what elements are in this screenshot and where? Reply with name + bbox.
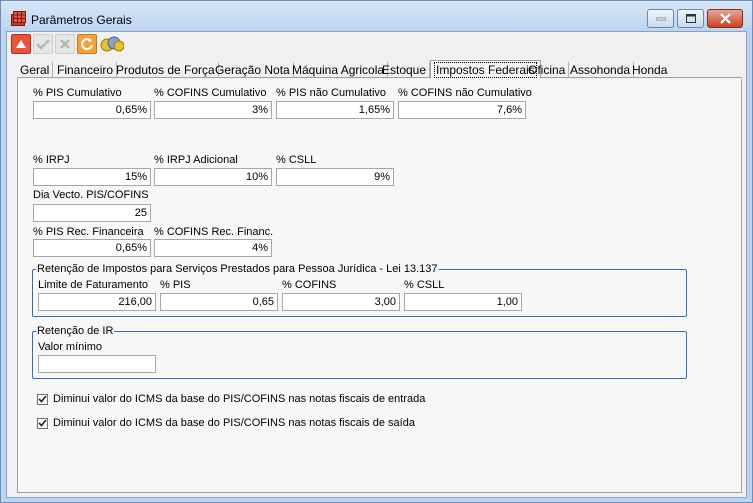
coins-button[interactable]: [99, 34, 125, 54]
cofins-cumulativo-input[interactable]: 3%: [154, 101, 272, 119]
minimize-button[interactable]: [647, 9, 674, 28]
tab-maquina-agricola[interactable]: Máquina Agricola: [289, 62, 389, 78]
cofins-nao-cumulativo-label: % COFINS não Cumulativo: [398, 87, 532, 99]
tab-strip: Geral Financeiro Produtos de Força Geraç…: [17, 60, 742, 79]
tab-oficina[interactable]: Oficina: [525, 62, 570, 78]
checkmark-icon: [38, 395, 47, 403]
client-area: Geral Financeiro Produtos de Força Geraç…: [6, 31, 747, 498]
pis-nao-cumulativo-label: % PIS não Cumulativo: [276, 87, 387, 99]
pis-rec-fin-label: % PIS Rec. Financeira: [33, 226, 144, 238]
limite-faturamento-label: Limite de Faturamento: [38, 279, 149, 291]
cofins-rec-fin-label: % COFINS Rec. Financ.: [154, 226, 274, 238]
toolbar: [11, 34, 125, 56]
cancel-x-icon: [60, 39, 70, 49]
cofins-cumulativo-label: % COFINS Cumulativo: [154, 87, 267, 99]
check-icon: [36, 39, 50, 50]
retencao-ir-title: Retenção de IR: [36, 325, 115, 337]
tab-panel-impostos-federais: % PIS Cumulativo 0,65% % COFINS Cumulati…: [17, 79, 742, 493]
pis-rec-fin-input[interactable]: 0,65%: [33, 239, 151, 257]
tab-produtos-de-forca[interactable]: Produtos de Força: [113, 62, 219, 78]
irpj-input[interactable]: 15%: [33, 168, 151, 186]
irpj-adicional-input[interactable]: 10%: [154, 168, 272, 186]
ret-csll-input[interactable]: 1,00: [404, 293, 522, 311]
retencao-servicos-group: Retenção de Impostos para Serviços Prest…: [32, 263, 687, 317]
tab-geral[interactable]: Geral: [17, 62, 54, 78]
retencao-ir-group: Retenção de IR Valor mínimo: [32, 325, 687, 379]
csll-label: % CSLL: [276, 154, 317, 166]
icms-saida-checkbox[interactable]: [37, 417, 48, 429]
collapse-button[interactable]: [11, 34, 31, 54]
cancel-button[interactable]: [55, 34, 75, 54]
irpj-adicional-label: % IRPJ Adicional: [154, 154, 238, 166]
retencao-servicos-title: Retenção de Impostos para Serviços Prest…: [36, 263, 439, 275]
pis-cumulativo-label: % PIS Cumulativo: [33, 87, 122, 99]
csll-input[interactable]: 9%: [276, 168, 394, 186]
icms-entrada-checkbox[interactable]: [37, 393, 48, 405]
dia-vecto-label: Dia Vecto. PIS/COFINS: [33, 189, 149, 201]
refresh-button[interactable]: [77, 34, 97, 54]
valor-minimo-label: Valor mínimo: [38, 341, 102, 353]
tab-geracao-nota[interactable]: Geração Nota: [212, 62, 294, 78]
tab-financeiro[interactable]: Financeiro: [54, 62, 118, 78]
cofins-nao-cumulativo-input[interactable]: 7,6%: [398, 101, 526, 119]
icms-entrada-label: Diminui valor do ICMS da base do PIS/COF…: [53, 393, 426, 405]
tab-honda[interactable]: Honda: [629, 62, 670, 78]
coins-icon: [100, 36, 124, 52]
confirm-button[interactable]: [33, 34, 53, 54]
close-button[interactable]: [707, 9, 743, 28]
maximize-icon: [685, 14, 696, 23]
icms-entrada-checkbox-row[interactable]: Diminui valor do ICMS da base do PIS/COF…: [37, 393, 425, 405]
maximize-button[interactable]: [677, 9, 704, 28]
tab-assohonda[interactable]: Assohonda: [567, 62, 635, 78]
refresh-icon: [81, 38, 93, 51]
ret-csll-label: % CSLL: [404, 279, 445, 291]
app-window: Parâmetros Gerais Geral Financeiro Produ…: [0, 0, 753, 503]
icms-saida-label: Diminui valor do ICMS da base do PIS/COF…: [53, 417, 415, 429]
window-title: Parâmetros Gerais: [31, 13, 132, 27]
ret-pis-label: % PIS: [160, 279, 191, 291]
valor-minimo-input[interactable]: [38, 355, 156, 373]
checkmark-icon: [38, 419, 47, 427]
limite-faturamento-input[interactable]: 216,00: [38, 293, 156, 311]
minimize-icon: [655, 17, 666, 20]
ret-cofins-input[interactable]: 3,00: [282, 293, 400, 311]
dia-vecto-input[interactable]: 25: [33, 204, 151, 222]
cofins-rec-fin-input[interactable]: 4%: [154, 239, 272, 257]
title-bar[interactable]: Parâmetros Gerais: [1, 1, 752, 31]
app-table-icon: [11, 11, 26, 26]
pis-nao-cumulativo-input[interactable]: 1,65%: [276, 101, 394, 119]
arrow-up-icon: [16, 40, 26, 48]
ret-pis-input[interactable]: 0,65: [160, 293, 278, 311]
icms-saida-checkbox-row[interactable]: Diminui valor do ICMS da base do PIS/COF…: [37, 417, 415, 429]
pis-cumulativo-input[interactable]: 0,65%: [33, 101, 151, 119]
ret-cofins-label: % COFINS: [282, 279, 337, 291]
irpj-label: % IRPJ: [33, 154, 70, 166]
close-icon: [719, 13, 731, 24]
tab-estoque[interactable]: Estoque: [379, 62, 431, 78]
